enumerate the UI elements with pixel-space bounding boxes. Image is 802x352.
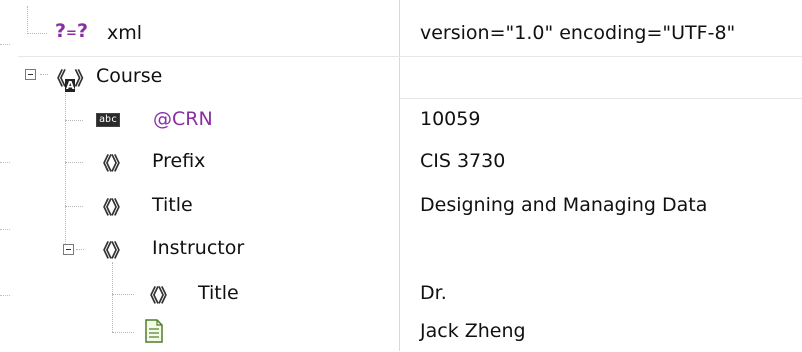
- element-icon: 《》: [94, 198, 129, 219]
- node-name: Course: [96, 65, 163, 87]
- tree-row-crn[interactable]: abc @CRN 10059: [0, 98, 802, 140]
- node-name: Title: [198, 282, 239, 304]
- tree-row-course[interactable]: 《A》 Course: [0, 55, 802, 97]
- node-name: Prefix: [152, 150, 206, 172]
- node-name: Title: [152, 194, 193, 216]
- tree-row-title[interactable]: 《》 Title Designing and Managing Data: [0, 184, 802, 226]
- element-icon: 《》: [94, 241, 129, 262]
- tree-row-instructor[interactable]: 《》 Instructor: [0, 227, 802, 269]
- text-node-icon: [145, 319, 163, 348]
- node-value: version="1.0" encoding="UTF-8": [420, 22, 736, 44]
- node-value: Designing and Managing Data: [420, 194, 708, 216]
- node-value: CIS 3730: [420, 150, 506, 172]
- node-value: Dr.: [420, 282, 447, 304]
- tree-row-prefix[interactable]: 《》 Prefix CIS 3730: [0, 140, 802, 182]
- node-value: 10059: [420, 108, 481, 130]
- tree-row-xml[interactable]: ?=? xml version="1.0" encoding="UTF-8": [0, 12, 802, 54]
- node-value: Jack Zheng: [420, 320, 526, 342]
- element-icon: 《》: [94, 154, 129, 175]
- node-name: @CRN: [153, 108, 213, 130]
- element-with-attribute-icon: 《A》: [48, 69, 93, 92]
- node-name: xml: [107, 22, 143, 44]
- tree-row-text[interactable]: Jack Zheng: [0, 310, 802, 352]
- element-icon: 《》: [141, 286, 176, 307]
- processing-instruction-icon: ?=?: [55, 20, 88, 42]
- node-name: Instructor: [152, 237, 245, 259]
- tree-row-instructor-title[interactable]: 《》 Title Dr.: [0, 272, 802, 314]
- xml-tree-grid: ?=? xml version="1.0" encoding="UTF-8" 《…: [0, 0, 802, 351]
- attribute-icon: abc: [96, 113, 121, 127]
